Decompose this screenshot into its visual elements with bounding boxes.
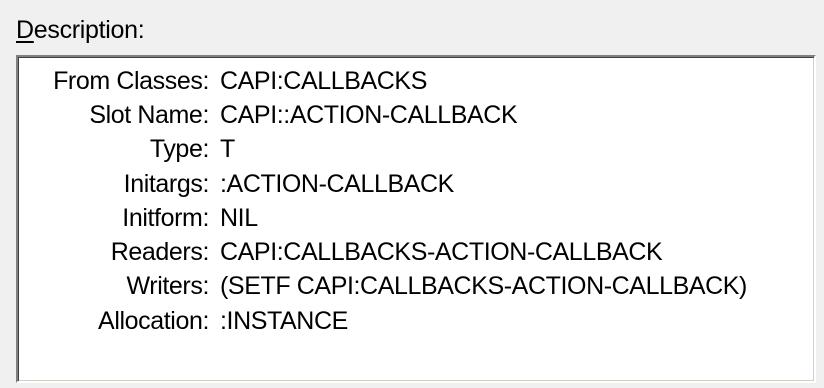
field-row-initargs: Initargs: :ACTION-CALLBACK	[18, 167, 814, 201]
field-value: :INSTANCE	[220, 306, 348, 335]
field-row-writers: Writers: (SETF CAPI:CALLBACKS-ACTION-CAL…	[18, 270, 814, 304]
field-key: Type:	[149, 135, 210, 164]
field-value: CAPI:CALLBACKS	[220, 66, 427, 95]
field-key: Writers:	[126, 272, 210, 301]
field-row-initform: Initform: NIL	[18, 201, 814, 235]
field-row-allocation: Allocation: :INSTANCE	[18, 304, 814, 338]
field-value: :ACTION-CALLBACK	[220, 169, 454, 198]
field-row-type: Type: T	[18, 133, 814, 167]
field-value: (SETF CAPI:CALLBACKS-ACTION-CALLBACK)	[220, 272, 747, 301]
field-value: CAPI:CALLBACKS-ACTION-CALLBACK	[220, 238, 663, 267]
field-key: Initform:	[122, 203, 209, 232]
field-key: Allocation:	[98, 306, 209, 335]
field-value: NIL	[220, 203, 258, 232]
description-content: From Classes: CAPI:CALLBACKS Slot Name: …	[18, 64, 814, 338]
field-row-readers: Readers: CAPI:CALLBACKS-ACTION-CALLBACK	[18, 235, 814, 269]
field-key: Readers:	[110, 238, 210, 267]
description-label-text: escription:	[33, 16, 145, 44]
field-value: CAPI::ACTION-CALLBACK	[220, 100, 518, 129]
description-label: Description:	[16, 14, 145, 46]
field-key: From Classes:	[53, 66, 209, 95]
description-text-area[interactable]: From Classes: CAPI:CALLBACKS Slot Name: …	[16, 55, 816, 383]
field-key: Initargs:	[123, 169, 210, 198]
field-key: Slot Name:	[89, 100, 209, 129]
field-row-slot-name: Slot Name: CAPI::ACTION-CALLBACK	[18, 98, 814, 132]
field-row-from-classes: From Classes: CAPI:CALLBACKS	[18, 64, 814, 98]
field-value: T	[220, 135, 235, 164]
description-label-mnemonic: D	[16, 16, 34, 44]
